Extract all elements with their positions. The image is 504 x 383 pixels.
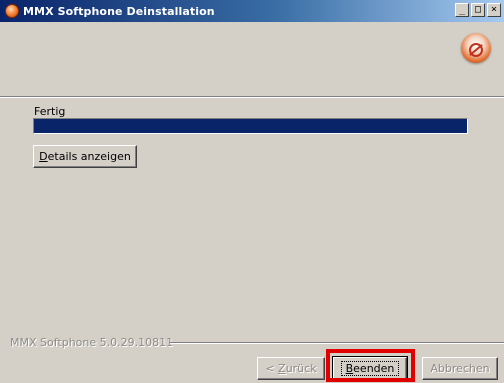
- progress-fill: [34, 119, 467, 133]
- version-text: MMX Softphone 5.0.29.10811: [10, 336, 174, 349]
- window-controls: _ □ ×: [455, 3, 501, 17]
- close-button[interactable]: ×: [487, 3, 501, 17]
- back-button[interactable]: < Zurück: [257, 357, 325, 380]
- window-title: MMX Softphone Deinstallation: [23, 4, 215, 18]
- back-mnemonic: Z: [278, 362, 286, 375]
- status-label: Fertig: [34, 105, 66, 118]
- finish-focus: Beenden: [340, 361, 400, 376]
- back-label: urück: [285, 362, 317, 375]
- progress-bar: [33, 118, 468, 134]
- details-label: etails anzeigen: [47, 150, 131, 163]
- finish-label: eenden: [353, 362, 395, 375]
- minimize-button[interactable]: _: [455, 3, 469, 17]
- details-mnemonic: D: [39, 150, 48, 163]
- footer-divider: [170, 342, 504, 344]
- uninstall-logo-icon: [461, 33, 491, 63]
- app-icon: [5, 4, 19, 18]
- back-prefix: <: [265, 362, 279, 375]
- finish-button[interactable]: Beenden: [332, 356, 408, 381]
- show-details-button[interactable]: Details anzeigen: [33, 145, 137, 168]
- installer-header: [0, 22, 504, 96]
- header-divider: [0, 96, 504, 98]
- cancel-button[interactable]: Abbrechen: [422, 357, 498, 380]
- maximize-button[interactable]: □: [471, 3, 485, 17]
- title-bar: MMX Softphone Deinstallation _ □ ×: [0, 0, 504, 22]
